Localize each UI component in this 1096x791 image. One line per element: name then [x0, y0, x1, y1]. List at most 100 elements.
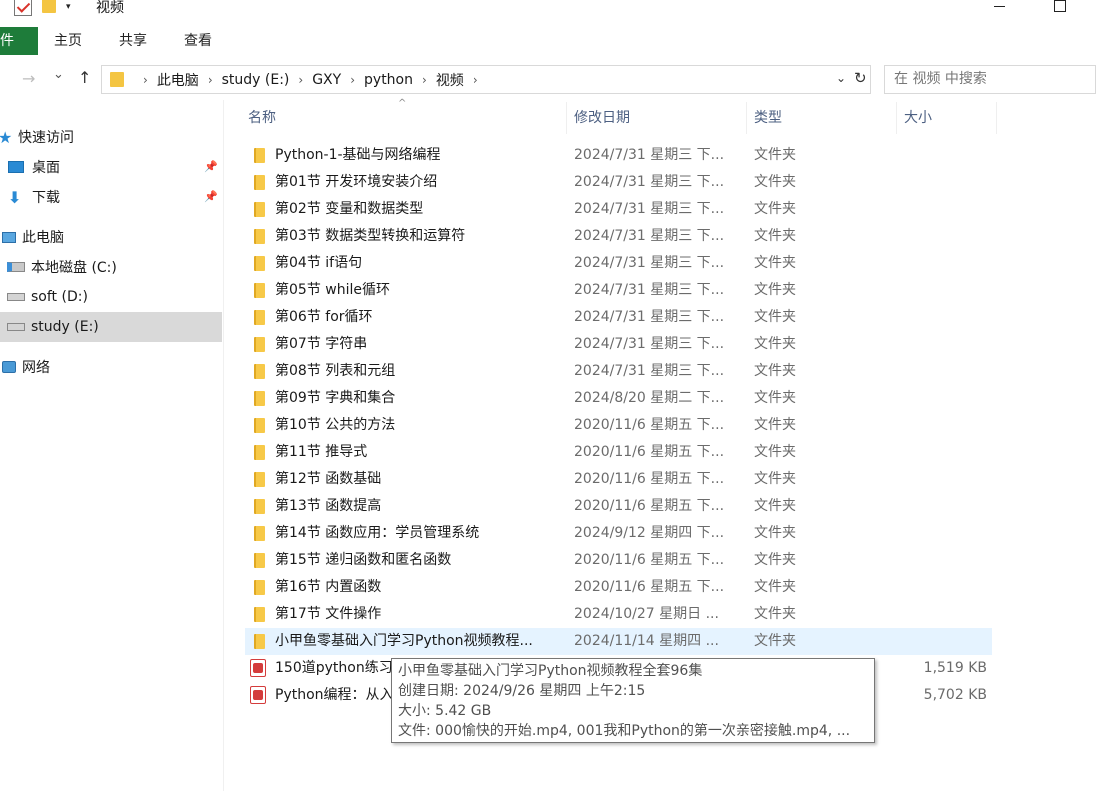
- sidebar-item-label: study (E:): [31, 319, 99, 335]
- breadcrumb-this-pc[interactable]: 此电脑: [157, 70, 199, 90]
- drive-icon: [7, 323, 25, 331]
- search-input[interactable]: 在 视频 中搜索: [884, 65, 1096, 94]
- column-header-size[interactable]: 大小: [897, 102, 997, 134]
- file-date: 2020/11/6 星期五 下...: [574, 417, 725, 433]
- file-date: 2024/7/31 星期三 下...: [574, 228, 725, 244]
- navigation-bar: → ⌄ ↑ › 此电脑 › study (E:) › GXY › python …: [0, 63, 1096, 95]
- properties-check-icon[interactable]: [14, 0, 32, 16]
- pin-icon[interactable]: 📌: [204, 190, 218, 203]
- list-item[interactable]: 第06节 for循环 2024/7/31 星期三 下... 文件夹: [245, 304, 992, 331]
- sidebar-item-network[interactable]: 网络: [0, 352, 222, 382]
- address-dropdown-icon[interactable]: ⌄: [836, 71, 846, 85]
- breadcrumb-study-e[interactable]: study (E:): [222, 72, 290, 88]
- tab-share[interactable]: 共享: [119, 27, 147, 55]
- file-date: 2024/11/14 星期四 ...: [574, 633, 719, 649]
- list-item[interactable]: 第01节 开发环境安装介绍 2024/7/31 星期三 下... 文件夹: [245, 169, 992, 196]
- forward-arrow-icon[interactable]: →: [22, 69, 35, 88]
- file-type: 文件夹: [754, 417, 796, 433]
- folder-icon: [254, 310, 265, 325]
- file-date: 2020/11/6 星期五 下...: [574, 552, 725, 568]
- file-name: 第06节 for循环: [275, 309, 373, 325]
- file-name: 第11节 推导式: [275, 444, 368, 460]
- sidebar-item-soft-d[interactable]: soft (D:): [0, 282, 222, 312]
- list-item[interactable]: 第03节 数据类型转换和运算符 2024/7/31 星期三 下... 文件夹: [245, 223, 992, 250]
- list-item[interactable]: 第15节 递归函数和匿名函数 2020/11/6 星期五 下... 文件夹: [245, 547, 992, 574]
- file-date: 2020/11/6 星期五 下...: [574, 579, 725, 595]
- list-item[interactable]: 第08节 列表和元组 2024/7/31 星期三 下... 文件夹: [245, 358, 992, 385]
- breadcrumb-separator[interactable]: ›: [422, 73, 427, 87]
- sidebar-item-label: soft (D:): [31, 289, 88, 305]
- list-item[interactable]: 第04节 if语句 2024/7/31 星期三 下... 文件夹: [245, 250, 992, 277]
- file-name: 第05节 while循环: [275, 282, 390, 298]
- breadcrumb-separator[interactable]: ›: [208, 73, 213, 87]
- minimize-icon[interactable]: [994, 6, 1005, 7]
- breadcrumb-separator[interactable]: ›: [350, 73, 355, 87]
- file-type: 文件夹: [754, 606, 796, 622]
- tooltip-title: 小甲鱼零基础入门学习Python视频教程全套96集: [398, 663, 703, 679]
- sidebar-item-this-pc[interactable]: 此电脑: [0, 222, 222, 252]
- file-date: 2024/10/27 星期日 ...: [574, 606, 719, 622]
- pin-icon[interactable]: 📌: [204, 160, 218, 173]
- folder-icon: [254, 499, 265, 514]
- sidebar-item-quick-access[interactable]: ★ 快速访问: [0, 122, 222, 152]
- refresh-icon[interactable]: ↻: [854, 69, 870, 87]
- tooltip-created-date: 创建日期: 2024/9/26 星期四 上午2:15: [398, 683, 646, 699]
- folder-icon: [254, 202, 265, 217]
- file-name: 第15节 递归函数和匿名函数: [275, 552, 452, 568]
- file-date: 2024/8/20 星期二 下...: [574, 390, 725, 406]
- list-item[interactable]: 第02节 变量和数据类型 2024/7/31 星期三 下... 文件夹: [245, 196, 992, 223]
- sidebar-item-study-e[interactable]: study (E:): [0, 312, 222, 342]
- list-item[interactable]: 第14节 函数应用：学员管理系统 2024/9/12 星期四 下... 文件夹: [245, 520, 992, 547]
- list-item[interactable]: 第07节 字符串 2024/7/31 星期三 下... 文件夹: [245, 331, 992, 358]
- file-type: 文件夹: [754, 174, 796, 190]
- list-item[interactable]: Python-1-基础与网络编程 2024/7/31 星期三 下... 文件夹: [245, 142, 992, 169]
- column-header-name[interactable]: 名称: [241, 102, 567, 134]
- list-item[interactable]: 第12节 函数基础 2020/11/6 星期五 下... 文件夹: [245, 466, 992, 493]
- tooltip-files: 文件: 000愉快的开始.mp4, 001我和Python的第一次亲密接触.mp…: [398, 723, 851, 739]
- navigation-pane: ★ 快速访问 桌面 📌 ⬇ 下载 📌 此电脑 本地磁盘 (C:) soft (D…: [0, 100, 224, 791]
- list-item[interactable]: 第11节 推导式 2020/11/6 星期五 下... 文件夹: [245, 439, 992, 466]
- breadcrumb-separator[interactable]: ›: [298, 73, 303, 87]
- file-type: 文件夹: [754, 336, 796, 352]
- maximize-icon[interactable]: [1054, 0, 1066, 12]
- file-name: Python-1-基础与网络编程: [275, 147, 441, 163]
- tab-file[interactable]: 件: [0, 27, 38, 55]
- breadcrumb-gxy[interactable]: GXY: [312, 72, 341, 88]
- breadcrumb-video[interactable]: 视频: [436, 70, 464, 90]
- list-item[interactable]: 第17节 文件操作 2024/10/27 星期日 ... 文件夹: [245, 601, 992, 628]
- file-name: 第16节 内置函数: [275, 579, 382, 595]
- file-type: 文件夹: [754, 390, 796, 406]
- list-item[interactable]: 第13节 函数提高 2020/11/6 星期五 下... 文件夹: [245, 493, 992, 520]
- file-type: 文件夹: [754, 309, 796, 325]
- column-header-date[interactable]: 修改日期: [567, 102, 747, 134]
- file-name: 小甲鱼零基础入门学习Python视频教程...: [275, 633, 533, 649]
- sidebar-item-local-disk-c[interactable]: 本地磁盘 (C:): [0, 252, 222, 282]
- list-item[interactable]: 第05节 while循环 2024/7/31 星期三 下... 文件夹: [245, 277, 992, 304]
- recent-locations-chevron-icon[interactable]: ⌄: [53, 67, 64, 82]
- list-item[interactable]: 第09节 字典和集合 2024/8/20 星期二 下... 文件夹: [245, 385, 992, 412]
- column-header-type[interactable]: 类型: [747, 102, 897, 134]
- folder-icon: [254, 553, 265, 568]
- drive-icon: [7, 293, 25, 301]
- sidebar-item-label: 下载: [32, 190, 60, 206]
- folder-icon: [254, 283, 265, 298]
- folder-icon: [254, 148, 265, 163]
- sidebar-item-label: 桌面: [32, 160, 60, 176]
- tab-home[interactable]: 主页: [54, 27, 82, 55]
- list-item[interactable]: 第16节 内置函数 2020/11/6 星期五 下... 文件夹: [245, 574, 992, 601]
- quick-access-dropdown-icon[interactable]: ▾: [66, 2, 71, 12]
- file-date: 2024/7/31 星期三 下...: [574, 255, 725, 271]
- tab-view[interactable]: 查看: [184, 27, 212, 55]
- folder-icon: [254, 607, 265, 622]
- new-folder-icon[interactable]: [42, 0, 56, 13]
- breadcrumb-python[interactable]: python: [364, 72, 413, 88]
- sidebar-item-desktop[interactable]: 桌面 📌: [0, 152, 222, 182]
- sidebar-item-downloads[interactable]: ⬇ 下载 📌: [0, 182, 222, 212]
- folder-icon: [254, 526, 265, 541]
- up-arrow-icon[interactable]: ↑: [78, 68, 91, 87]
- list-item[interactable]: 小甲鱼零基础入门学习Python视频教程... 2024/11/14 星期四 .…: [245, 628, 992, 655]
- breadcrumb-separator[interactable]: ›: [473, 73, 478, 87]
- file-date: 2024/7/31 星期三 下...: [574, 174, 725, 190]
- address-bar[interactable]: › 此电脑 › study (E:) › GXY › python › 视频 ›…: [101, 65, 871, 94]
- list-item[interactable]: 第10节 公共的方法 2020/11/6 星期五 下... 文件夹: [245, 412, 992, 439]
